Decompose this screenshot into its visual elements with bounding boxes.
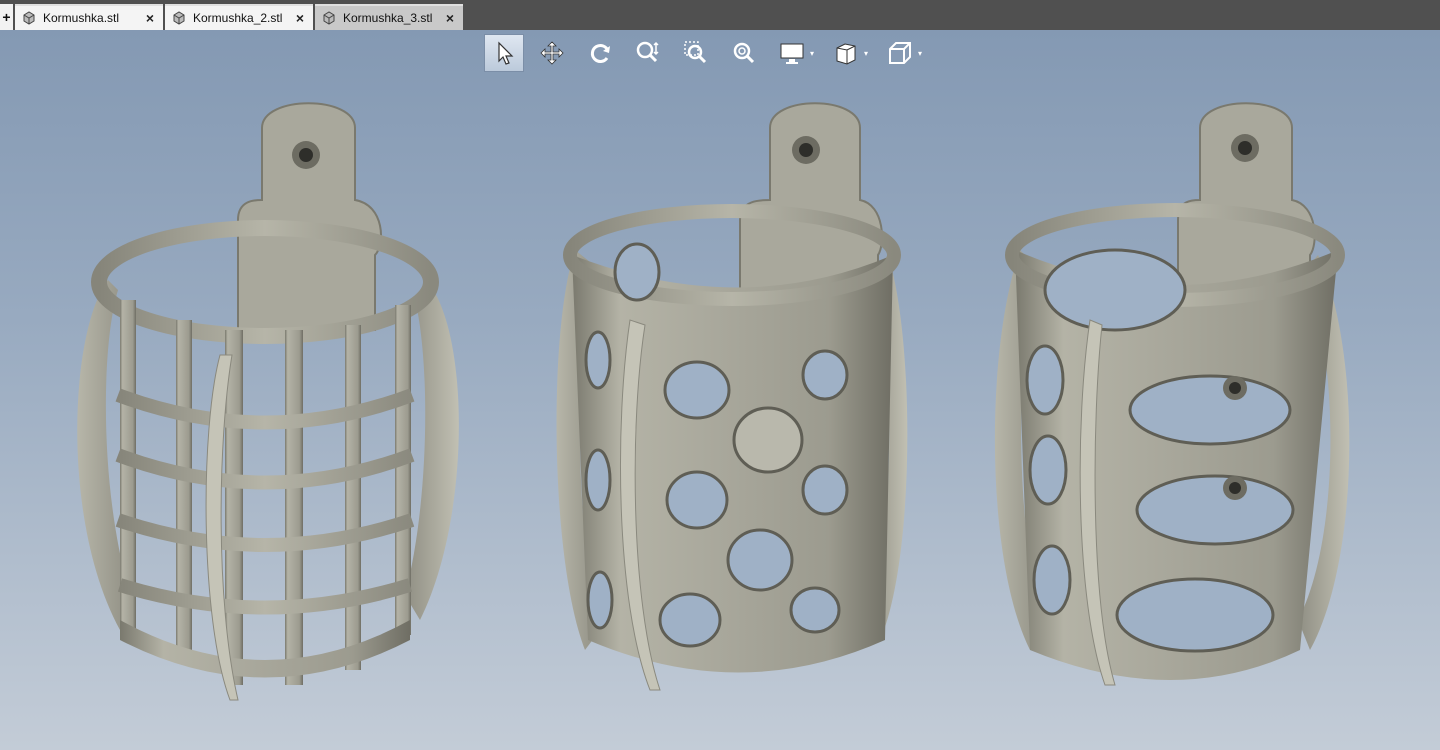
model-scene	[77, 102, 1350, 701]
rotate-icon	[590, 44, 610, 63]
zoom-fit-button[interactable]	[724, 34, 764, 72]
model-kormushka-oval-slots[interactable]	[994, 102, 1350, 686]
display-mode-icon	[780, 43, 804, 64]
zoom-tool-button[interactable]	[628, 34, 668, 72]
box-view-dropdown-arrow[interactable]: ▾	[918, 49, 928, 58]
zoom-window-icon	[684, 41, 707, 64]
view-orientation-icon	[836, 43, 856, 65]
box-view-icon	[889, 42, 911, 64]
select-tool-button[interactable]	[484, 34, 524, 72]
pan-tool-button[interactable]	[532, 34, 572, 72]
view-orientation-dropdown-arrow[interactable]: ▾	[864, 49, 874, 58]
view-orientation-button[interactable]	[826, 34, 866, 72]
view-toolbar: ▾ ▾ ▾	[484, 33, 934, 73]
pointer-select-icon	[498, 41, 514, 65]
zoom-window-button[interactable]	[676, 34, 716, 72]
display-mode-dropdown-arrow[interactable]: ▾	[810, 49, 820, 58]
zoom-fit-icon	[733, 42, 755, 64]
move-pan-icon	[540, 41, 564, 65]
display-mode-button[interactable]	[772, 34, 812, 72]
model-kormushka-lattice[interactable]	[77, 102, 459, 701]
rotate-tool-button[interactable]	[580, 34, 620, 72]
zoom-in-out-icon	[636, 41, 659, 63]
model-kormushka-round-holes[interactable]	[556, 102, 908, 691]
stl-viewer-window: + Kormushka.stl × Kormushka_2.stl × Korm…	[0, 0, 1440, 750]
box-view-button[interactable]	[880, 34, 920, 72]
